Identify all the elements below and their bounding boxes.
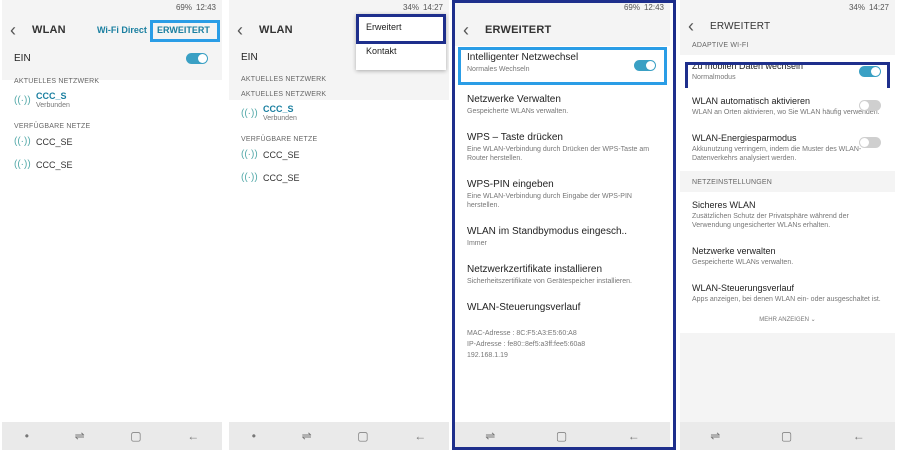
network-status: Verbunden (263, 115, 297, 122)
recent-apps-icon[interactable]: ⇌ (710, 429, 720, 443)
section-current-network-repeat: AKTUELLES NETZWERK (241, 91, 327, 98)
wifi-lock-icon: ((·)) (241, 172, 258, 183)
network-name: CCC_SE (263, 149, 300, 160)
clock: 14:27 (868, 2, 889, 12)
back-arrow-icon[interactable]: ‹ (688, 17, 710, 35)
page-title: WLAN (259, 24, 293, 36)
home-icon[interactable]: ▢ (130, 429, 141, 443)
phone-2-wlan-menu: 34% 14:27 ‹ WLAN EIN Erweitert Kontakt A… (229, 0, 449, 450)
battery-level: 34% (402, 2, 419, 12)
setting-secure-wlan[interactable]: Sicheres WLAN Zusätzlichen Schutz der Pr… (680, 192, 895, 238)
back-icon[interactable]: ← (853, 429, 865, 443)
clock: 12:43 (195, 2, 216, 12)
dot-icon: • (251, 429, 256, 443)
setting-manage-networks[interactable]: Netzwerke verwalten Gespeicherte WLANs v… (680, 238, 895, 275)
network-item[interactable]: ((·)) CCC_SE (2, 153, 222, 176)
setting-auto-activate-wlan[interactable]: WLAN automatisch aktivieren WLAN an Orte… (680, 88, 895, 125)
wifi-lock-icon: ((·)) (241, 149, 258, 160)
network-item[interactable]: ((·)) CCC_SE (2, 130, 222, 153)
battery-level: 69% (175, 2, 192, 12)
nav-bar: • ⇌ ▢ ← (229, 422, 449, 450)
network-name: CCC_SE (263, 172, 300, 183)
network-status: Verbunden (36, 102, 70, 109)
back-icon[interactable]: ← (187, 429, 199, 443)
recent-apps-icon[interactable]: ⇌ (302, 429, 312, 443)
back-arrow-icon[interactable]: ‹ (237, 21, 259, 39)
wifi-lock-icon: ((·)) (241, 107, 258, 119)
highlight-erweitert-menu (356, 14, 446, 44)
section-network-settings: NETZEINSTELLUNGEN (692, 179, 773, 186)
status-bar: 34% 14:27 (229, 0, 449, 14)
section-adaptive-wifi: ADAPTIVE WI-FI (692, 42, 749, 49)
network-name: CCC_S (263, 104, 294, 114)
phone-1-wlan-screen: 69% 12:43 ‹ WLAN Wi-Fi Direct ERWEITERT … (2, 0, 222, 450)
wifi-lock-icon: ((·)) (14, 94, 31, 106)
back-arrow-icon[interactable]: ‹ (10, 21, 32, 39)
network-item-current[interactable]: ((·)) CCC_S Verbunden (2, 85, 222, 115)
setting-wlan-power-save[interactable]: WLAN-Energiesparmodus Akkunutzung verrin… (680, 125, 895, 171)
chevron-down-icon: ⌄ (810, 317, 816, 323)
dot-icon: • (24, 429, 29, 443)
wifi-lock-icon: ((·)) (14, 159, 31, 170)
network-item[interactable]: ((·)) CCC_SE (229, 166, 449, 189)
app-bar: ‹ ERWEITERT (680, 14, 895, 38)
network-name: CCC_SE (36, 159, 73, 170)
network-name: CCC_S (36, 91, 67, 101)
power-save-toggle[interactable] (859, 137, 881, 148)
section-current-network: AKTUELLES NETZWERK (14, 78, 100, 85)
nav-bar: • ⇌ ▢ ← (2, 422, 222, 450)
auto-activate-toggle[interactable] (859, 100, 881, 111)
wifi-direct-button[interactable]: Wi-Fi Direct (97, 25, 147, 35)
network-item-current[interactable]: ((·)) CCC_S Verbunden (229, 98, 449, 128)
wlan-switch-label: EIN (14, 52, 31, 64)
section-current-network: AKTUELLES NETZWERK (241, 76, 327, 83)
wlan-switch-label: EIN (241, 51, 258, 63)
page-title: WLAN (32, 24, 66, 36)
home-icon[interactable]: ▢ (781, 429, 792, 443)
status-bar: 69% 12:43 (2, 0, 222, 14)
show-more-button[interactable]: MEHR ANZEIGEN ⌄ (680, 312, 895, 333)
nav-bar: ⇌ ▢ ← (680, 422, 895, 450)
status-bar: 34% 14:27 (680, 0, 895, 14)
network-item[interactable]: ((·)) CCC_SE (229, 143, 449, 166)
clock: 14:27 (422, 2, 443, 12)
highlight-erweitert (150, 20, 220, 42)
recent-apps-icon[interactable]: ⇌ (75, 429, 85, 443)
wifi-lock-icon: ((·)) (14, 136, 31, 147)
section-available-networks: VERFÜGBARE NETZE (14, 123, 91, 130)
setting-wlan-history[interactable]: WLAN-Steuerungsverlauf Apps anzeigen, be… (680, 275, 895, 312)
page-title: ERWEITERT (710, 20, 771, 32)
back-icon[interactable]: ← (414, 429, 426, 443)
phone-4-adaptive-wifi: 34% 14:27 ‹ ERWEITERT ADAPTIVE WI-FI Zu … (680, 0, 895, 450)
home-icon[interactable]: ▢ (357, 429, 368, 443)
wlan-toggle[interactable] (186, 53, 208, 64)
network-name: CCC_SE (36, 136, 73, 147)
section-available-networks: VERFÜGBARE NETZE (241, 136, 318, 143)
battery-level: 34% (848, 2, 865, 12)
frame-phone-3 (452, 0, 676, 450)
